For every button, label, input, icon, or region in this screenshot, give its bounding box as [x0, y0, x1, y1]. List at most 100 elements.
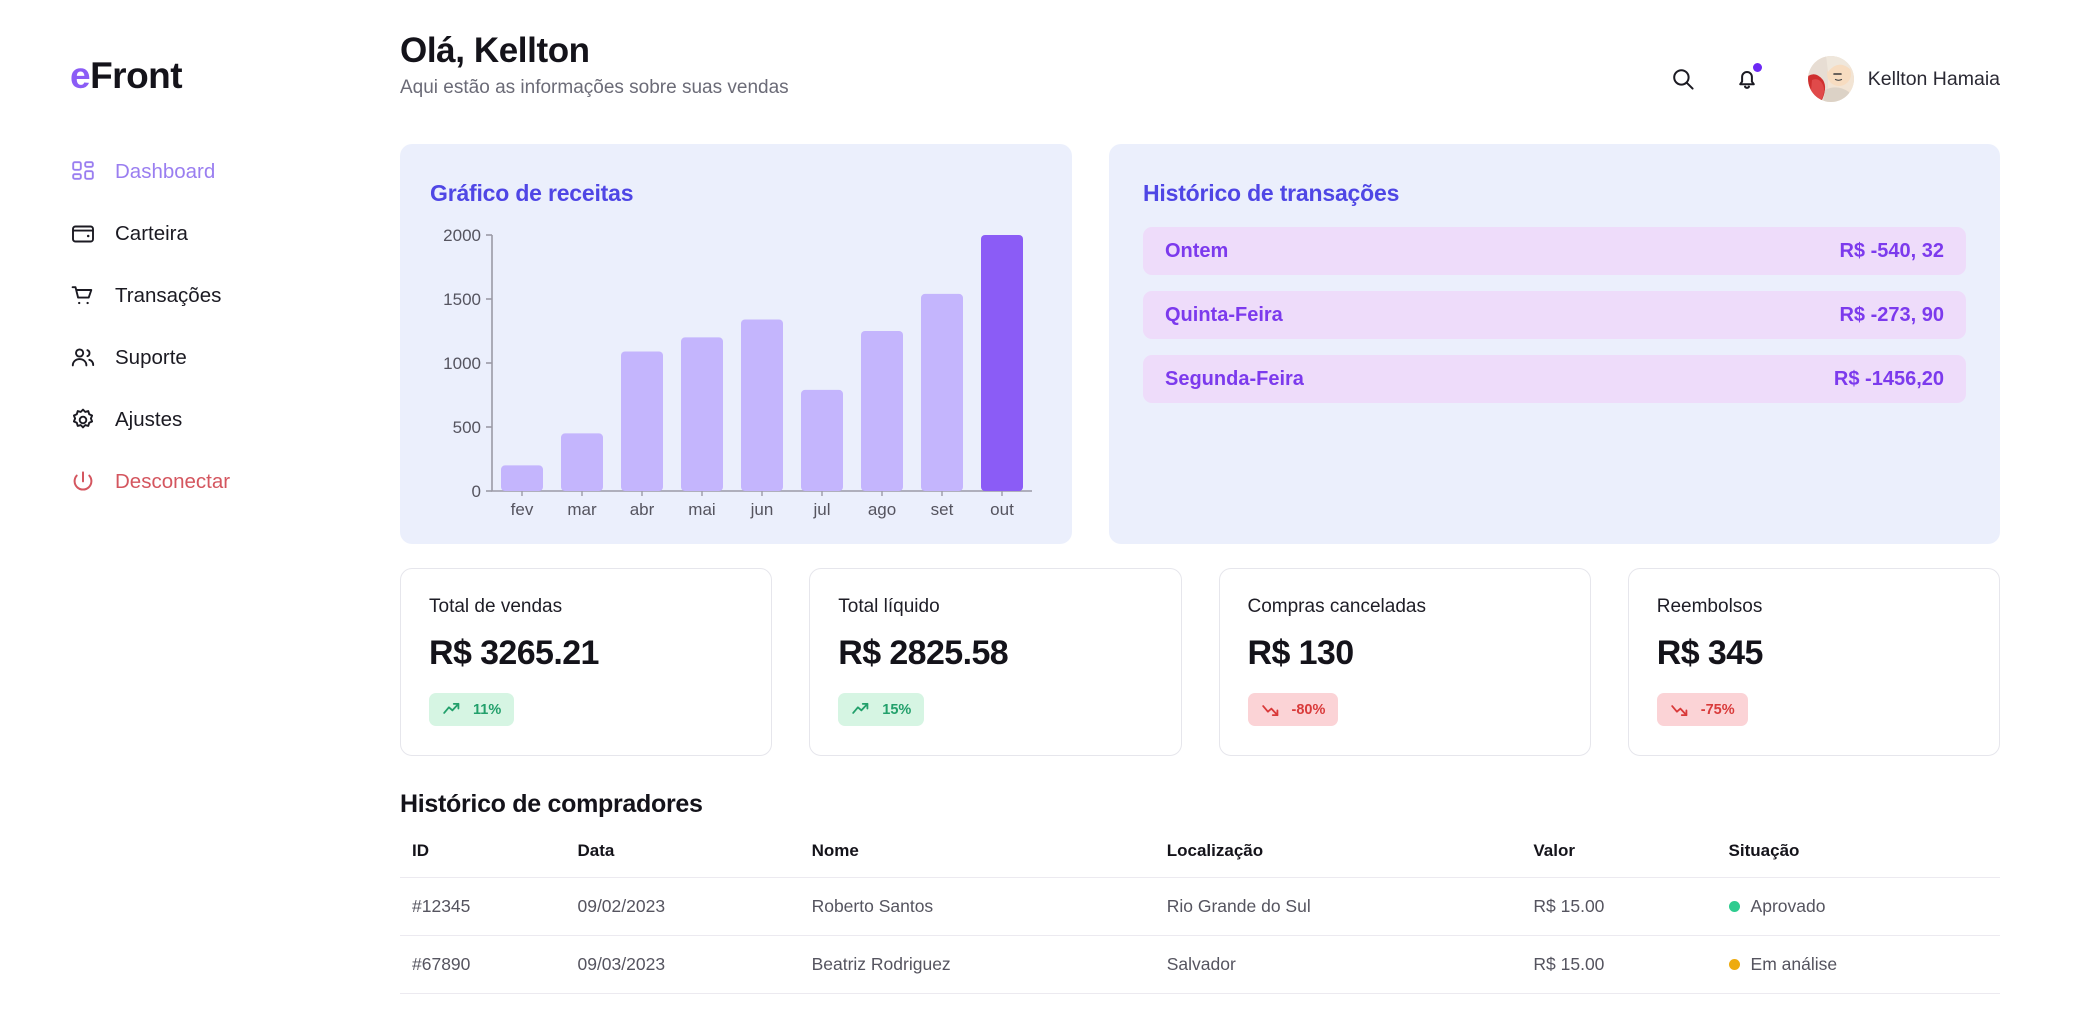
buyer-id: #67890 — [400, 935, 566, 994]
logo-accent-letter: e — [70, 55, 91, 96]
chart-x-label: ago — [868, 500, 896, 519]
gear-icon — [70, 407, 96, 433]
chart-x-label: mar — [567, 500, 597, 519]
buyer-value: R$ 15.00 — [1521, 935, 1717, 994]
sidebar-item-suporte[interactable]: Suporte — [0, 335, 400, 381]
stat-card: Compras canceladas R$ 130 -80% — [1218, 568, 1591, 756]
stat-card: Total de vendas R$ 3265.21 11% — [400, 568, 773, 756]
table-body: #12345 09/02/2023 Roberto Santos Rio Grande… — [400, 877, 2000, 994]
chart-x-label: fev — [511, 500, 534, 519]
stat-label: Total líquido — [838, 596, 940, 617]
stat-value: R$ 2825.58 — [838, 634, 1009, 672]
table-column-header: Nome — [811, 841, 859, 860]
cart-icon — [70, 283, 96, 309]
stat-delta-value: -80% — [1291, 701, 1326, 718]
wallet-icon — [70, 221, 96, 247]
users-icon — [70, 345, 96, 371]
app-root: eFront Dashboard Carteira Transações Sup… — [0, 0, 2100, 1024]
sidebar-item-label: Dashboard — [115, 159, 216, 183]
chart-bar[interactable] — [981, 235, 1023, 491]
table-title: Histórico de compradores — [400, 790, 703, 818]
status-badge: Aprovado — [1750, 896, 1826, 916]
trend-down-icon — [1670, 700, 1689, 719]
trend-up-icon — [851, 700, 870, 719]
revenue-bar-chart[interactable]: 0 500 1000 1500 2000 fev mar abr mai jun jul ago set… — [430, 225, 1042, 525]
buyer-status-cell: Aprovado — [1716, 877, 2000, 936]
sidebar-item-dashboard[interactable]: Dashboard — [0, 149, 400, 195]
transactions-panel: Histórico de transações Ontem R$ -540, 32… — [1109, 144, 2000, 544]
logo-text: Front — [90, 55, 183, 96]
sidebar-item-ajustes[interactable]: Ajustes — [0, 397, 400, 443]
stat-trend-badge: 15% — [838, 693, 925, 726]
sidebar-item-desconectar[interactable]: Desconectar — [0, 459, 400, 505]
stat-trend-badge: -75% — [1656, 693, 1748, 726]
stat-card: Total líquido R$ 2825.58 15% — [809, 568, 1182, 756]
chart-bar[interactable] — [561, 433, 603, 491]
avatar — [1807, 56, 1854, 102]
sidebar-nav: Dashboard Carteira Transações Suporte Aj… — [0, 149, 400, 521]
buyer-id: #12345 — [400, 877, 566, 936]
chart-bar[interactable] — [501, 465, 543, 491]
chart-bar[interactable] — [681, 337, 723, 491]
sidebar-item-label: Ajustes — [115, 407, 183, 431]
stat-label: Reembolsos — [1656, 596, 1763, 617]
table-row[interactable]: #12345 09/02/2023 Roberto Santos Rio Grande… — [400, 877, 2000, 936]
main-content: Olá, Kellton Aqui estão as informações s… — [400, 0, 2100, 1024]
trend-up-icon — [442, 700, 461, 719]
chart-bar[interactable] — [621, 351, 663, 492]
search-icon[interactable] — [1666, 62, 1700, 96]
svg-text:0: 0 — [472, 482, 481, 501]
chart-x-label: jun — [750, 500, 774, 519]
sidebar: eFront Dashboard Carteira Transações Sup… — [0, 0, 400, 1024]
status-badge: Em análise — [1750, 954, 1838, 974]
chart-bar[interactable] — [921, 293, 963, 491]
transactions-list: Ontem R$ -540, 32 Quinta-Feira R$ -273, 90 S… — [1143, 227, 1966, 403]
chart-bar[interactable] — [801, 389, 843, 491]
chart-x-label: out — [990, 500, 1014, 519]
transaction-amount: R$ -540, 32 — [1839, 239, 1944, 262]
transaction-row[interactable]: Segunda-Feira R$ -1456,20 — [1143, 355, 1966, 403]
greeting-block: Olá, Kellton Aqui estão as informações s… — [400, 30, 789, 99]
table-column-header: Data — [577, 841, 615, 860]
trend-down-icon — [1261, 700, 1280, 719]
transaction-day: Ontem — [1165, 239, 1229, 262]
table-row[interactable]: #67890 09/03/2023 Beatriz Rodriguez Salvado… — [400, 935, 2000, 994]
power-icon — [70, 469, 96, 495]
stat-label: Compras canceladas — [1247, 596, 1426, 617]
revenue-chart-panel: Gráfico de receitas 0 500 1000 1500 2000 fev m… — [400, 144, 1072, 544]
bell-icon[interactable] — [1730, 62, 1764, 96]
notification-badge — [1752, 63, 1762, 72]
status-dot-icon — [1728, 901, 1740, 912]
chart-svg: 0 500 1000 1500 2000 fev mar abr mai jun jul ago set… — [443, 226, 1032, 519]
svg-text:2000: 2000 — [443, 226, 481, 245]
app-logo: eFront — [0, 55, 400, 97]
sidebar-item-carteira[interactable]: Carteira — [0, 211, 400, 257]
chart-bar[interactable] — [861, 331, 903, 491]
user-menu[interactable]: Kellton Hamaia — [1807, 56, 2000, 102]
grid-icon — [70, 159, 96, 185]
status-dot-icon — [1728, 959, 1740, 970]
topbar-actions: Kellton Hamaia — [1666, 56, 2000, 102]
transaction-amount: R$ -1456,20 — [1833, 367, 1944, 390]
sidebar-item-transacoes[interactable]: Transações — [0, 273, 400, 319]
transaction-row[interactable]: Quinta-Feira R$ -273, 90 — [1143, 291, 1966, 339]
table-head: ID Data Nome Localização Valor Situação — [400, 841, 2000, 878]
stat-cards-row: Total de vendas R$ 3265.21 11% Total líquid… — [400, 544, 2100, 756]
stat-delta-value: -75% — [1700, 701, 1735, 718]
stat-value: R$ 345 — [1656, 634, 1764, 672]
user-name: Kellton Hamaia — [1867, 67, 2000, 90]
table-header-row: ID Data Nome Localização Valor Situação — [400, 841, 2000, 878]
transaction-row[interactable]: Ontem R$ -540, 32 — [1143, 227, 1966, 275]
table-column-header: Valor — [1533, 841, 1575, 860]
buyers-history-section: Histórico de compradores ID Data Nome Local… — [400, 756, 2100, 994]
transaction-day: Segunda-Feira — [1165, 367, 1304, 390]
chart-bar[interactable] — [741, 319, 783, 492]
sidebar-item-label: Carteira — [115, 221, 188, 245]
buyers-table: ID Data Nome Localização Valor Situação #1234… — [400, 841, 2000, 994]
buyer-name: Roberto Santos — [799, 877, 1155, 936]
table-column-header: ID — [412, 841, 429, 860]
svg-text:1500: 1500 — [443, 290, 481, 309]
buyer-location: Salvador — [1154, 935, 1522, 994]
chart-panel-title: Gráfico de receitas — [430, 180, 634, 206]
chart-x-label: mai — [688, 500, 715, 519]
